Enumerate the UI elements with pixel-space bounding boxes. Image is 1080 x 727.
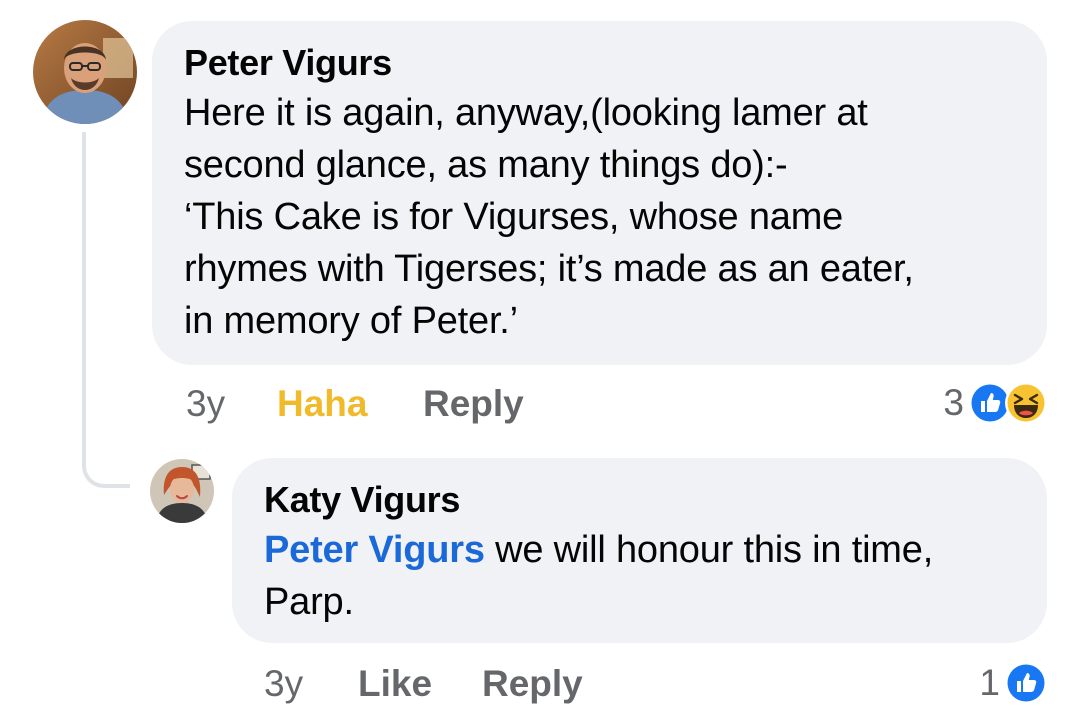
reaction-count: 1	[979, 662, 1000, 703]
comment-bubble-peter: Peter Vigurs Here it is again, anyway,(l…	[152, 21, 1047, 365]
mention-link[interactable]: Peter Vigurs	[264, 529, 485, 571]
reaction-summary[interactable]: 1	[979, 660, 1048, 706]
comment-timestamp[interactable]: 3y	[186, 382, 225, 426]
comment-line: rhymes with Tigerses; it’s made as an ea…	[184, 248, 914, 290]
like-button[interactable]: Like	[358, 662, 432, 706]
comment-line: ‘This Cake is for Vigurses, whose name	[184, 196, 844, 238]
profile-photo-icon	[33, 20, 137, 124]
reaction-count: 3	[943, 382, 964, 423]
comment-author[interactable]: Peter Vigurs	[184, 41, 1017, 85]
avatar-peter-vigurs[interactable]	[33, 20, 137, 124]
comment-line: second glance, as many things do):-	[184, 144, 788, 186]
avatar-katy-vigurs[interactable]	[150, 459, 214, 523]
comment-line: Peter Vigurs we will honour this in time…	[264, 524, 1017, 576]
comment-body: Here it is again, anyway,(looking lamer …	[184, 87, 1017, 347]
comment-actions: 3y Like Reply	[264, 662, 664, 706]
comment-author[interactable]: Katy Vigurs	[264, 478, 1017, 522]
reply-button[interactable]: Reply	[482, 662, 583, 706]
comment-text-segment: we will honour this in time,	[484, 529, 934, 571]
comment-body: Peter Vigurs we will honour this in time…	[264, 524, 1017, 628]
haha-button[interactable]: Haha	[277, 382, 367, 426]
profile-photo-icon	[150, 459, 214, 523]
haha-icon	[1004, 381, 1048, 425]
reaction-summary[interactable]: 3	[943, 380, 1048, 426]
comment-line: Parp.	[264, 581, 354, 623]
comment-actions: 3y Haha Reply	[186, 382, 586, 426]
reply-button[interactable]: Reply	[423, 382, 524, 426]
like-icon	[1004, 661, 1048, 705]
comment-line: Here it is again, anyway,(looking lamer …	[184, 92, 868, 134]
comment-line: in memory of Peter.’	[184, 300, 518, 342]
comment-timestamp[interactable]: 3y	[264, 662, 303, 706]
reply-thread-line	[82, 132, 130, 488]
comment-bubble-katy: Katy Vigurs Peter Vigurs we will honour …	[232, 458, 1047, 643]
